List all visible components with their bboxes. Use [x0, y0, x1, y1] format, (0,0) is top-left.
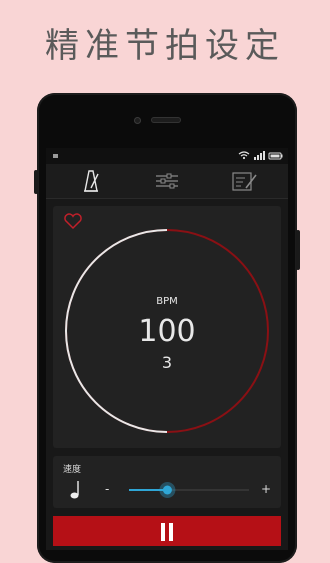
battery-icon	[268, 152, 283, 160]
edit-note-icon	[232, 172, 257, 191]
slider-knob[interactable]	[162, 485, 172, 495]
earpiece-speaker	[151, 117, 181, 123]
power-button	[296, 230, 300, 270]
app-screen: BPM 100 3 速度 - +	[46, 148, 288, 550]
bpm-card: BPM 100 3	[53, 206, 281, 448]
status-bar	[46, 148, 288, 164]
bpm-value: 100	[138, 314, 195, 349]
speed-plus[interactable]: +	[261, 482, 271, 496]
metronome-icon	[84, 170, 99, 192]
wifi-icon	[238, 151, 250, 160]
settings-tab[interactable]	[150, 168, 184, 194]
speed-card: 速度 - +	[53, 456, 281, 508]
metronome-tab[interactable]	[74, 168, 108, 194]
bpm-label: BPM	[156, 296, 178, 307]
signal-icon	[254, 151, 265, 160]
top-toolbar	[46, 164, 288, 199]
headline: 精准节拍设定	[45, 26, 285, 66]
pause-icon	[157, 523, 177, 541]
speed-slider[interactable]	[125, 480, 253, 500]
note-icon[interactable]	[67, 480, 83, 500]
speed-minus[interactable]: -	[105, 482, 109, 496]
equalizer-icon	[156, 173, 178, 189]
beat-count: 3	[162, 353, 172, 372]
bpm-dial[interactable]: BPM 100 3	[53, 206, 281, 448]
notification-icon	[53, 154, 58, 158]
notes-tab[interactable]	[227, 168, 261, 194]
volume-button	[34, 170, 38, 194]
speed-label: 速度	[63, 465, 82, 475]
play-pause-button[interactable]	[53, 516, 281, 546]
front-camera	[134, 117, 141, 124]
